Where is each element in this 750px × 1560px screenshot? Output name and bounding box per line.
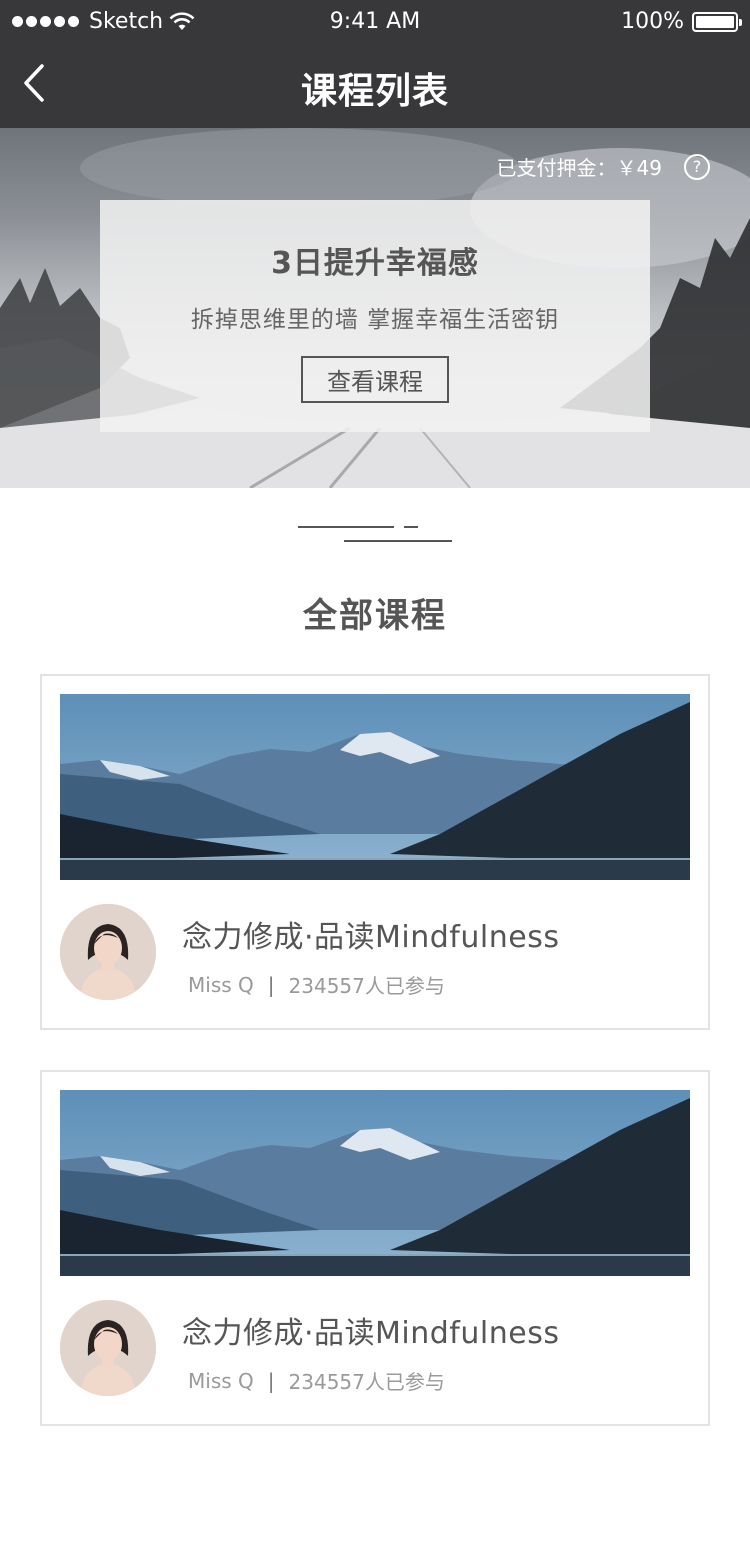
course-participants: 234557人已参与 xyxy=(288,974,445,998)
avatar xyxy=(60,1300,156,1396)
course-participants: 234557人已参与 xyxy=(288,1370,445,1394)
course-title: 念力修成·品读Mindfulness xyxy=(182,920,560,955)
top-bar: Sketch 9:41 AM 100% 课程列表 xyxy=(0,0,750,128)
course-banner-image xyxy=(60,694,690,880)
view-course-button[interactable]: 查看课程 xyxy=(301,356,449,403)
meta-separator: | xyxy=(267,1368,275,1393)
promo-box: 3日提升幸福感 拆掉思维里的墙 掌握幸福生活密钥 查看课程 xyxy=(100,200,650,432)
course-meta: Miss Q | 234557人已参与 xyxy=(188,970,445,999)
battery-percent: 100% xyxy=(621,9,684,34)
status-right: 100% xyxy=(621,9,742,34)
section-divider-icon xyxy=(298,524,454,546)
course-card[interactable]: 念力修成·品读Mindfulness Miss Q | 234557人已参与 xyxy=(40,1070,710,1426)
nav-bar: 课程列表 xyxy=(0,44,750,128)
deposit-info: 已支付押金：￥49 ? xyxy=(497,152,710,181)
meta-separator: | xyxy=(267,972,275,997)
course-card[interactable]: 念力修成·品读Mindfulness Miss Q | 234557人已参与 xyxy=(40,674,710,1030)
course-banner-image xyxy=(60,1090,690,1276)
hero-banner: 已支付押金：￥49 ? 3日提升幸福感 拆掉思维里的墙 掌握幸福生活密钥 查看课… xyxy=(0,128,750,488)
course-title: 念力修成·品读Mindfulness xyxy=(182,1316,560,1351)
course-author: Miss Q xyxy=(188,972,254,997)
page-title: 课程列表 xyxy=(300,71,449,112)
course-meta: Miss Q | 234557人已参与 xyxy=(188,1366,445,1395)
question-circle-icon: ? xyxy=(692,157,702,176)
section-title: 全部课程 xyxy=(303,596,447,636)
status-bar: Sketch 9:41 AM 100% xyxy=(0,0,750,44)
promo-subtitle: 拆掉思维里的墙 掌握幸福生活密钥 xyxy=(190,307,560,333)
help-button[interactable]: ? xyxy=(684,153,710,180)
promo-title: 3日提升幸福感 xyxy=(271,246,479,281)
course-author: Miss Q xyxy=(188,1368,254,1393)
battery-icon xyxy=(692,11,742,32)
avatar xyxy=(60,904,156,1000)
deposit-text: 已支付押金：￥49 xyxy=(496,156,662,180)
